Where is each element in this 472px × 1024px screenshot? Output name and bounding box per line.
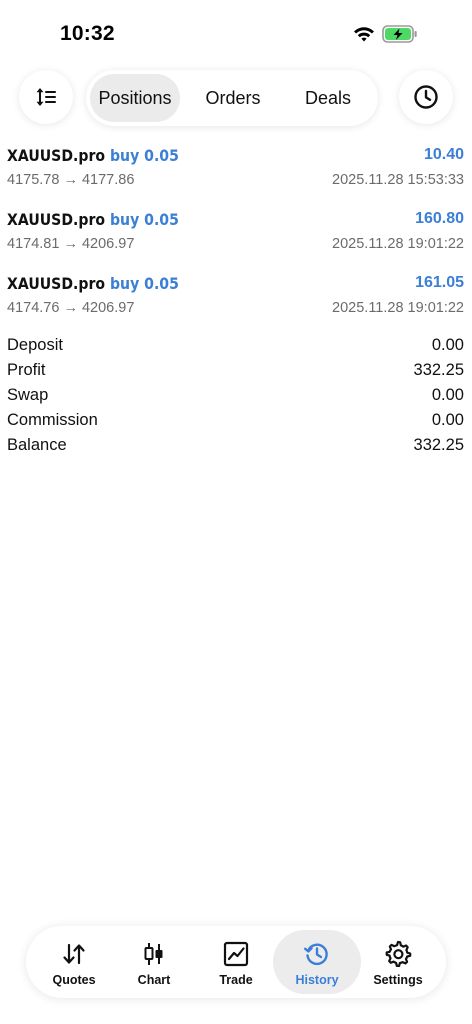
deals-list: XAUUSD.pro buy 0.05 10.40 4175.78 → 4177… — [0, 140, 472, 332]
tab-positions[interactable]: Positions — [90, 74, 180, 122]
tab-deals[interactable]: Deals — [282, 74, 374, 122]
deal-time: 2025.11.28 19:01:22 — [332, 300, 464, 316]
tab-history-label: History — [295, 973, 339, 987]
candlestick-icon — [144, 943, 163, 965]
deal-close-price: 4177.86 — [81, 172, 135, 188]
tab-deals-label: Deals — [304, 87, 352, 108]
tab-chart-label: Chart — [137, 973, 171, 987]
deal-close-price: 4206.97 — [81, 300, 135, 316]
tab-orders-label: Orders — [205, 87, 261, 108]
deal-profit: 160.80 — [415, 210, 464, 227]
tab-chart[interactable]: Chart — [112, 930, 196, 994]
summary-label: Swap — [7, 386, 49, 404]
period-button[interactable] — [399, 70, 453, 124]
summary-value: 332.25 — [413, 436, 464, 454]
summary-value: 332.25 — [413, 361, 464, 379]
deal-profit: 10.40 — [423, 146, 464, 163]
deal-prices: 4175.78 → 4177.86 — [7, 172, 134, 188]
deal-prices: 4174.81 → 4206.97 — [7, 236, 134, 252]
bottom-tab-bar: Quotes Chart Trade History Settings — [26, 926, 446, 998]
status-time: 10:32 — [60, 22, 115, 45]
deal-symbol: XAUUSD.pro — [7, 210, 106, 229]
tab-orders[interactable]: Orders — [188, 74, 278, 122]
quotes-arrows-icon — [63, 943, 85, 965]
tab-history[interactable]: History — [273, 930, 361, 994]
arrow-right-icon: → — [63, 300, 78, 316]
deal-time: 2025.11.28 19:01:22 — [332, 236, 464, 252]
summary-row-commission: Commission 0.00 — [0, 409, 472, 434]
summary-value: 0.00 — [431, 336, 464, 354]
deal-open-price: 4174.76 — [7, 300, 60, 316]
wifi-icon — [354, 27, 374, 42]
summary-row-profit: Profit 332.25 — [0, 359, 472, 384]
clock-icon — [414, 85, 438, 109]
gear-icon — [385, 940, 412, 967]
summary-label: Profit — [7, 361, 46, 379]
tab-settings-label: Settings — [373, 973, 423, 987]
deal-open-price: 4175.78 — [7, 172, 60, 188]
tab-settings[interactable]: Settings — [356, 930, 440, 994]
battery-charging-icon — [382, 25, 417, 43]
tab-quotes-label: Quotes — [52, 973, 96, 987]
summary-value: 0.00 — [431, 411, 464, 429]
sort-icon — [36, 88, 56, 106]
history-clock-icon — [304, 943, 328, 966]
arrow-right-icon: → — [63, 236, 78, 252]
summary: Deposit 0.00 Profit 332.25 Swap 0.00 Com… — [0, 334, 472, 459]
deal-title: XAUUSD.pro buy 0.05 — [7, 146, 179, 165]
deal-symbol: XAUUSD.pro — [7, 274, 106, 293]
arrow-right-icon: → — [63, 172, 78, 188]
deal-title: XAUUSD.pro buy 0.05 — [7, 210, 179, 229]
summary-value: 0.00 — [431, 386, 464, 404]
summary-row-swap: Swap 0.00 — [0, 384, 472, 409]
tab-positions-label: Positions — [98, 87, 172, 108]
status-bar: 10:32 — [0, 0, 472, 64]
summary-label: Deposit — [7, 336, 63, 354]
deal-profit: 161.05 — [415, 274, 464, 291]
tab-trade[interactable]: Trade — [194, 930, 278, 994]
deal-row[interactable]: XAUUSD.pro buy 0.05 160.80 4174.81 → 420… — [0, 204, 472, 268]
deal-close-price: 4206.97 — [81, 236, 135, 252]
deal-row[interactable]: XAUUSD.pro buy 0.05 10.40 4175.78 → 4177… — [0, 140, 472, 204]
top-toolbar: Positions Orders Deals — [0, 68, 472, 130]
summary-row-balance: Balance 332.25 — [0, 434, 472, 459]
deal-prices: 4174.76 → 4206.97 — [7, 300, 134, 316]
sort-button[interactable] — [19, 70, 73, 124]
deal-side: buy 0.05 — [109, 210, 179, 229]
deal-time: 2025.11.28 15:53:33 — [332, 172, 464, 188]
tab-quotes[interactable]: Quotes — [32, 930, 116, 994]
summary-label: Balance — [7, 436, 67, 454]
history-screen: 10:32 Positions Orders Deals XAUUSD.pro … — [0, 0, 472, 1024]
summary-row-deposit: Deposit 0.00 — [0, 334, 472, 359]
deal-side: buy 0.05 — [109, 274, 179, 293]
deal-title: XAUUSD.pro buy 0.05 — [7, 274, 179, 293]
tab-trade-label: Trade — [219, 973, 253, 987]
deal-row[interactable]: XAUUSD.pro buy 0.05 161.05 4174.76 → 420… — [0, 268, 472, 332]
deal-side: buy 0.05 — [109, 146, 179, 165]
deal-symbol: XAUUSD.pro — [7, 146, 106, 165]
history-type-segmented-control: Positions Orders Deals — [86, 70, 378, 126]
deal-open-price: 4174.81 — [7, 236, 60, 252]
summary-label: Commission — [7, 411, 98, 429]
trade-chart-icon — [223, 941, 249, 967]
